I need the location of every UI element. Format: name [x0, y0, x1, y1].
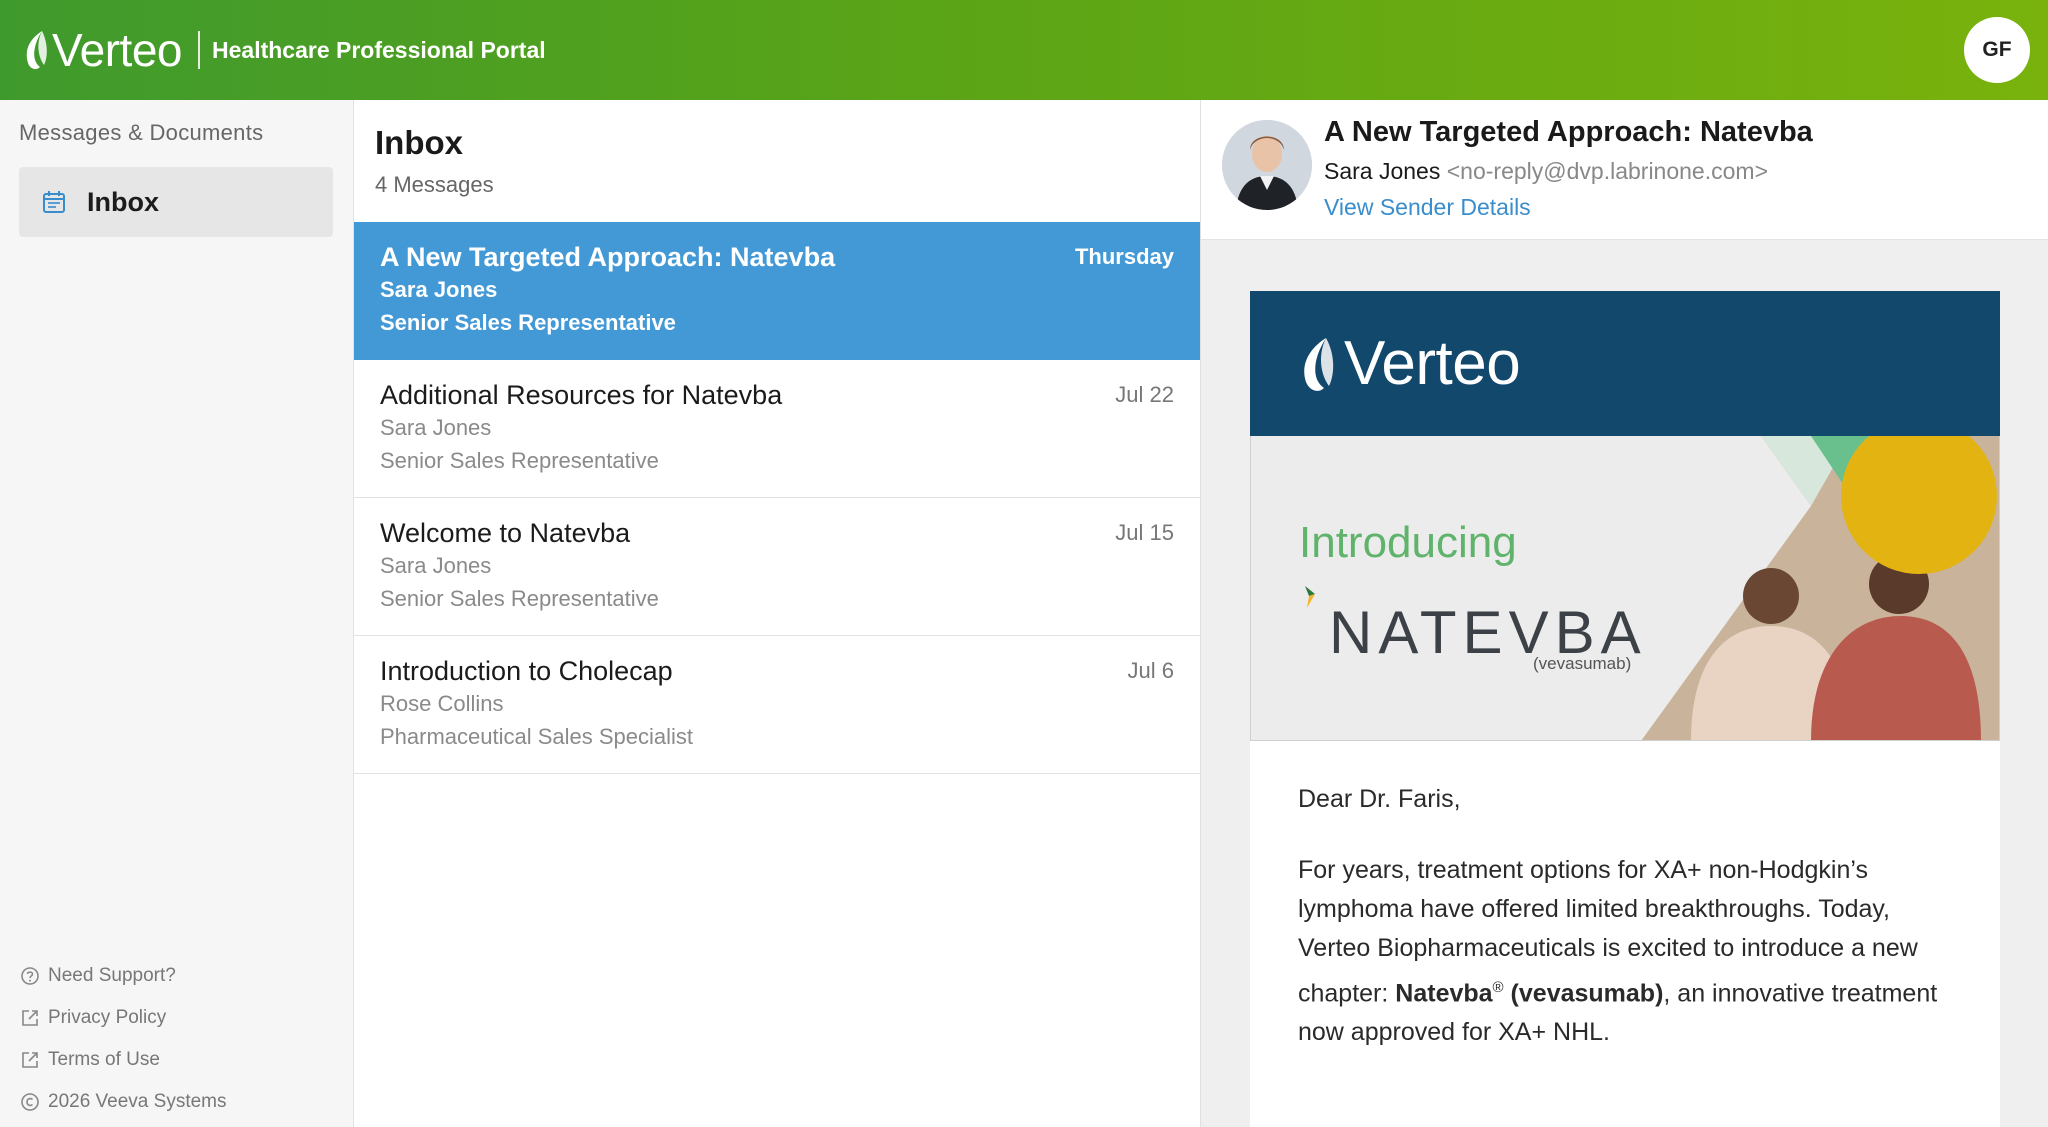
chevron-right-icon: [1305, 586, 1315, 608]
calendar-icon: [43, 191, 65, 213]
message-sender-role: Senior Sales Representative: [380, 310, 676, 335]
message-sender-role: Senior Sales Representative: [380, 448, 659, 473]
message-row[interactable]: A New Targeted Approach: Natevba Sara Jo…: [354, 222, 1200, 360]
product-name-bold: Natevba: [1395, 979, 1493, 1008]
user-avatar[interactable]: GF: [1964, 17, 2030, 83]
message-date: Thursday: [1074, 244, 1174, 269]
hero-artwork: [1251, 436, 1999, 740]
message-subject: Introduction to Cholecap: [380, 656, 673, 686]
help-circle-icon: [21, 967, 39, 985]
portal-title: Healthcare Professional Portal: [212, 36, 546, 63]
email-paragraph: For years, treatment options for XA+ non…: [1298, 851, 1958, 1052]
sender-name: Sara Jones: [1324, 158, 1441, 184]
brand-logo[interactable]: Verteo Healthcare Professional Portal: [22, 27, 546, 73]
message-sender: Sara Jones: [380, 277, 498, 302]
sidebar: Messages & Documents Inbox Need Support?…: [0, 100, 354, 1127]
privacy-policy-link[interactable]: Privacy Policy: [20, 997, 227, 1039]
generic-name-bold: (vevasumab): [1503, 979, 1664, 1008]
email-content: Verteo Introducing NATEVBA (vevasumab) D…: [1250, 291, 2000, 1127]
leaf-logo-icon: [1304, 337, 1334, 391]
email-brand-name: Verteo: [1344, 329, 1521, 398]
terms-of-use-label: Terms of Use: [48, 1049, 160, 1070]
message-sender: Rose Collins: [380, 691, 504, 716]
message-header: A New Targeted Approach: Natevba Sara Jo…: [1201, 100, 2048, 240]
top-bar: Verteo Healthcare Professional Portal GF: [0, 0, 2048, 100]
copyright-label: 2026 Veeva Systems: [48, 1091, 227, 1112]
message-row[interactable]: Introduction to Cholecap Rose Collins Ph…: [354, 636, 1200, 774]
hero-intro-text: Introducing: [1299, 518, 1517, 567]
need-support-link[interactable]: Need Support?: [20, 955, 227, 997]
registered-mark: ®: [1492, 979, 1504, 996]
email-greeting: Dear Dr. Faris,: [1298, 785, 1461, 813]
brand-divider: [198, 31, 200, 69]
copyright-icon: [21, 1093, 39, 1111]
sender-avatar: [1222, 120, 1312, 210]
sidebar-footer-links: Need Support? Privacy Policy Terms of Us…: [20, 955, 227, 1123]
message-date: Jul 15: [1115, 520, 1174, 545]
terms-of-use-link[interactable]: Terms of Use: [20, 1039, 227, 1081]
hero-generic-name: (vevasumab): [1533, 654, 1632, 673]
message-from: Sara Jones <no-reply@dvp.labrinone.com>: [1324, 158, 1768, 185]
sender-email: <no-reply@dvp.labrinone.com>: [1446, 158, 1768, 184]
external-link-icon: [22, 1052, 38, 1068]
view-sender-details-link[interactable]: View Sender Details: [1324, 194, 1531, 221]
person-photo-icon: [1222, 120, 1312, 210]
privacy-policy-label: Privacy Policy: [48, 1007, 167, 1028]
copyright-text: 2026 Veeva Systems: [20, 1081, 227, 1123]
message-subject: Additional Resources for Natevba: [380, 380, 783, 410]
message-sender: Sara Jones: [380, 415, 492, 440]
sidebar-item-inbox[interactable]: Inbox: [19, 167, 333, 237]
message-date: Jul 6: [1127, 658, 1174, 683]
email-hero-image: Introducing NATEVBA (vevasumab): [1250, 436, 2000, 741]
message-subject: Welcome to Natevba: [380, 518, 631, 548]
need-support-label: Need Support?: [48, 965, 176, 986]
message-row[interactable]: Additional Resources for Natevba Sara Jo…: [354, 360, 1200, 498]
message-sender: Sara Jones: [380, 553, 492, 578]
sidebar-item-label: Inbox: [87, 186, 159, 217]
message-subject: A New Targeted Approach: Natevba: [380, 242, 836, 272]
message-sender-role: Pharmaceutical Sales Specialist: [380, 724, 694, 749]
email-banner: Verteo: [1250, 291, 2000, 436]
message-list: A New Targeted Approach: Natevba Sara Jo…: [354, 222, 1200, 774]
message-sender-role: Senior Sales Representative: [380, 586, 659, 611]
reading-pane: A New Targeted Approach: Natevba Sara Jo…: [1201, 100, 2048, 1127]
brand-name: Verteo: [52, 24, 183, 76]
external-link-icon: [22, 1010, 38, 1026]
message-subject-heading: A New Targeted Approach: Natevba: [1324, 116, 1813, 148]
email-body: Dear Dr. Faris, For years, treatment opt…: [1298, 781, 1958, 1052]
message-row[interactable]: Welcome to Natevba Sara Jones Senior Sal…: [354, 498, 1200, 636]
leaf-logo-icon: [26, 31, 47, 70]
sidebar-heading: Messages & Documents: [19, 120, 264, 145]
message-list-panel: Inbox 4 Messages A New Targeted Approach…: [354, 100, 1201, 1127]
message-date: Jul 22: [1115, 382, 1174, 407]
inbox-title: Inbox: [375, 124, 463, 161]
message-count: 4 Messages: [375, 172, 494, 197]
